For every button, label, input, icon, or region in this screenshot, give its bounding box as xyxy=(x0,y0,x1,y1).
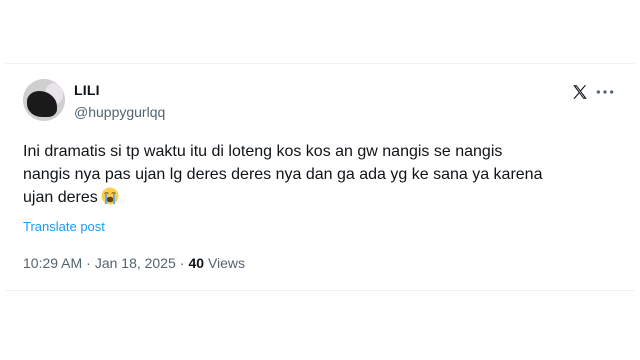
loudly-crying-face-icon xyxy=(101,187,119,205)
tweet-text-line-text: ujan deres xyxy=(23,189,98,206)
tweet-text-line: ujan deres xyxy=(23,186,623,209)
separator-dot: · xyxy=(86,255,91,271)
separator-dot: · xyxy=(179,255,185,271)
views-label: Views xyxy=(207,255,246,271)
tweet-text: Ini dramatis si tp waktu itu di loteng k… xyxy=(23,140,623,209)
page: LILI @huppygurlqq Ini dramatis si tp wak… xyxy=(0,0,640,360)
tweet-date[interactable]: Jan 18, 2025 xyxy=(95,255,176,271)
avatar[interactable] xyxy=(23,79,65,121)
tweet-text-line: Ini dramatis si tp waktu itu di loteng k… xyxy=(23,143,503,160)
views-count: 40 xyxy=(188,255,205,271)
translate-post-link[interactable]: Translate post xyxy=(23,219,105,234)
tweet-metadata: 10:29 AM · Jan 18, 2025 · 40 Views xyxy=(23,255,245,271)
more-options-icon[interactable] xyxy=(595,83,615,101)
x-logo-icon[interactable] xyxy=(571,83,589,101)
top-band xyxy=(0,0,640,63)
tweet-time[interactable]: 10:29 AM xyxy=(23,255,82,271)
user-handle[interactable]: @huppygurlqq xyxy=(74,104,165,120)
tweet-text-line: nangis nya pas ujan lg deres deres nya d… xyxy=(23,166,543,183)
display-name[interactable]: LILI xyxy=(74,82,100,98)
tweet-card[interactable]: LILI @huppygurlqq Ini dramatis si tp wak… xyxy=(5,63,635,291)
